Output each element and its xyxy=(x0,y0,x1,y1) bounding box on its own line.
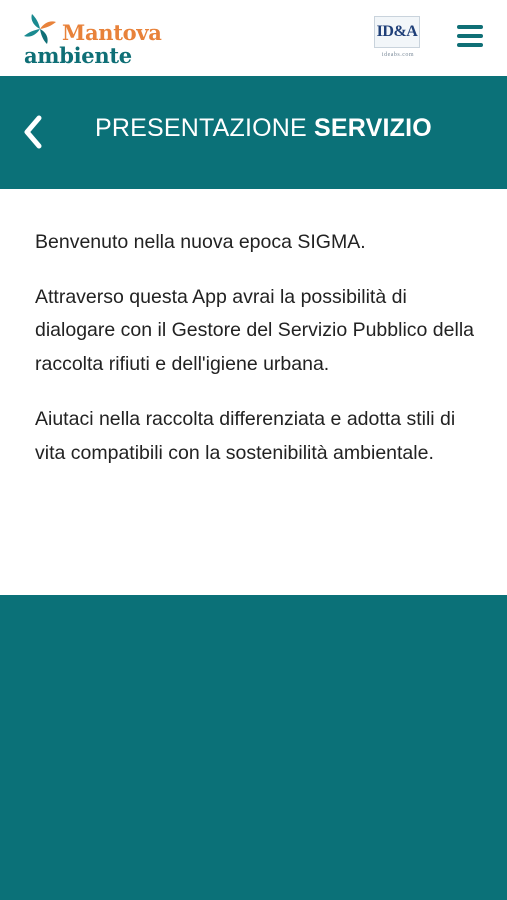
page-title: PRESENTAZIONE SERVIZIO xyxy=(95,114,432,143)
sustainability-paragraph: Aiutaci nella raccolta differenziata e a… xyxy=(35,408,456,464)
top-bar: Mantova ambiente ID&A ideabs.com xyxy=(0,0,507,76)
mantova-ambiente-logo[interactable]: Mantova ambiente xyxy=(22,10,182,68)
menu-bar-middle xyxy=(457,34,483,38)
page-header: PRESENTAZIONE SERVIZIO xyxy=(0,76,507,189)
app-description-paragraph: Attraverso questa App avrai la possibili… xyxy=(35,285,474,375)
partner-logo-box: ID&A xyxy=(374,16,420,48)
hamburger-menu-icon[interactable] xyxy=(455,22,487,52)
logo-text-ambiente: ambiente xyxy=(24,43,132,68)
back-button[interactable] xyxy=(16,112,52,152)
partner-logo-domain: ideabs.com xyxy=(381,52,415,58)
logo-text-mantova: Mantova xyxy=(62,20,162,45)
intro-paragraph: Benvenuto nella nuova epoca SIGMA. xyxy=(35,231,366,253)
partner-logo: ID&A ideabs.com xyxy=(372,14,424,60)
page-title-part1: PRESENTAZIONE xyxy=(95,114,307,142)
menu-bar-bottom xyxy=(457,43,483,47)
service-presentation-text: Benvenuto nella nuova epoca SIGMA. Attra… xyxy=(35,226,475,492)
chevron-left-icon xyxy=(24,115,42,149)
partner-logo-text: ID&A xyxy=(376,23,418,40)
menu-bar-top xyxy=(457,25,483,29)
page-title-part2: SERVIZIO xyxy=(314,114,432,142)
footer-band xyxy=(0,595,507,900)
